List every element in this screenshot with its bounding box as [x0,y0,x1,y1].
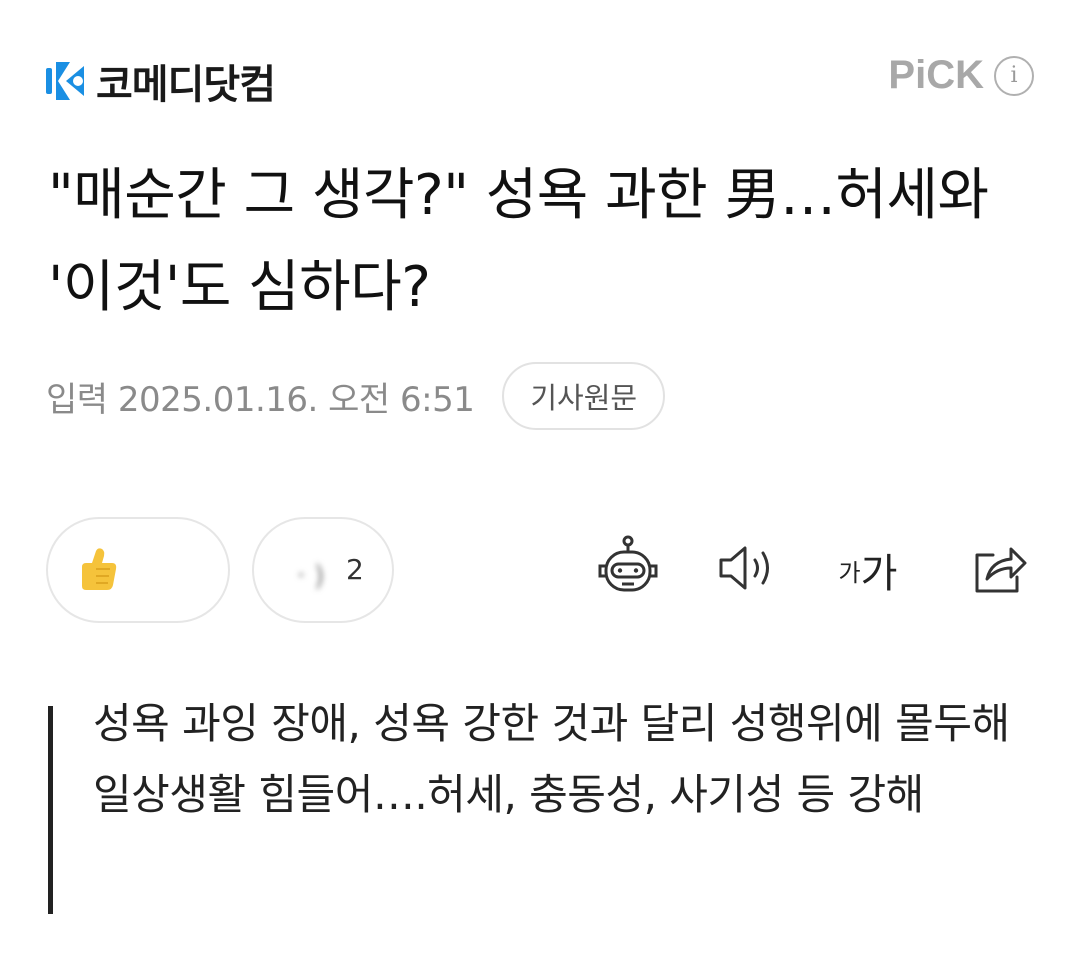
article-meta: 입력 2025.01.16. 오전 6:51 기사원문 [46,362,666,430]
thumbs-up-icon [76,545,122,599]
press-logo[interactable]: 코메디닷컴 [44,52,276,110]
like-button[interactable] [46,517,230,623]
text-to-speech-button[interactable] [708,530,788,610]
ai-summary-button[interactable] [588,530,668,610]
header: 코메디닷컴 PiCK i [0,0,1080,140]
pick-label: PiCK [888,53,984,97]
comedy-logo-icon [44,58,90,104]
publish-date: 입력 2025.01.16. 오전 6:51 [46,379,475,420]
article-summary: 성욕 과잉 장애, 성욕 강한 것과 달리 성행위에 몰두해 일상생활 힘들어…… [48,699,1043,914]
share-button[interactable] [960,530,1040,610]
info-icon[interactable]: i [994,55,1034,96]
article-title: "매순간 그 생각?" 성욕 과한 男…허세와 '이것'도 심하다? [48,163,989,320]
speaker-icon [717,543,779,597]
press-name: 코메디닷컴 [96,62,276,108]
comment-count: 2 [346,553,364,586]
share-icon [971,541,1029,599]
original-article-button[interactable]: 기사원문 [502,362,666,430]
robot-icon [594,534,662,606]
font-size-large-icon: 가 [860,551,898,597]
comment-button[interactable]: ㆍ) 2 [252,517,394,623]
summary-text: 성욕 과잉 장애, 성욕 강한 것과 달리 성행위에 몰두해 일상생활 힘들어…… [93,699,1010,819]
font-size-button[interactable]: 가 가 [828,530,908,610]
pick-badge[interactable]: PiCK i [888,53,1034,98]
font-size-small-icon: 가 [838,558,861,587]
comment-icon: ㆍ) [288,559,325,592]
